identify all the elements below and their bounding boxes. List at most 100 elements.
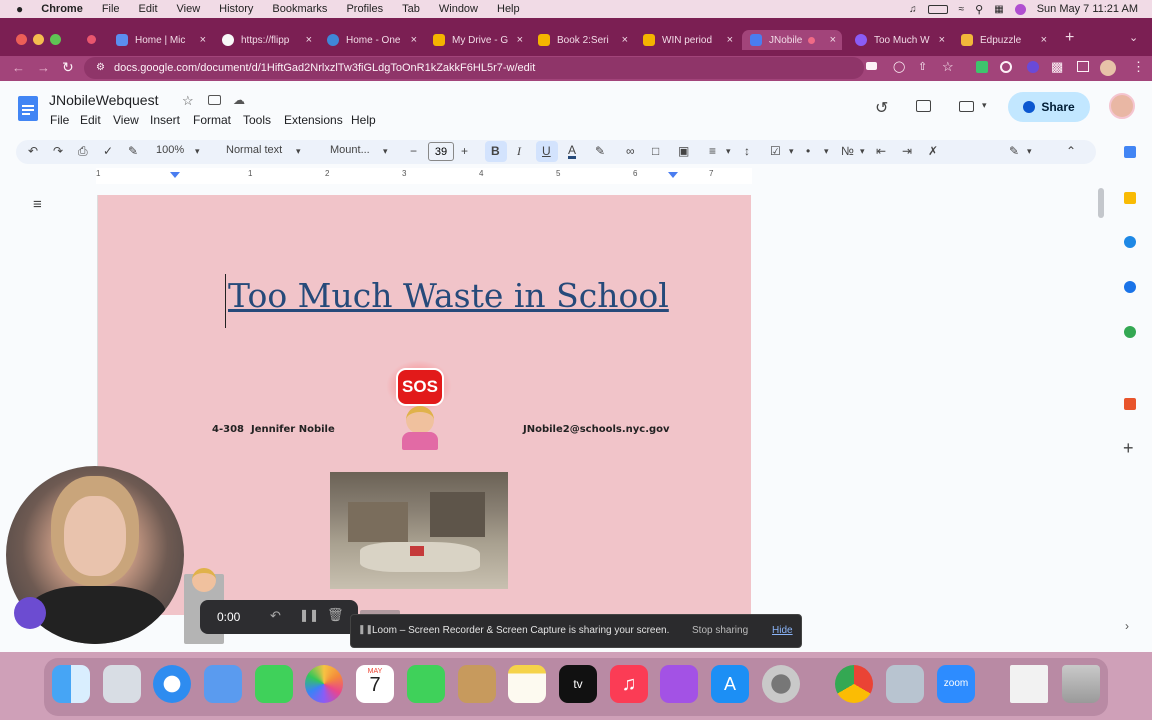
messages-icon[interactable]	[255, 665, 293, 703]
menu-bookmarks[interactable]: Bookmarks	[272, 3, 327, 15]
chevron-down-icon[interactable]: ▾	[195, 146, 200, 157]
decrease-indent-icon[interactable]: ⇤	[876, 144, 886, 158]
meet-chevron-down-icon[interactable]: ▾	[982, 100, 987, 111]
docs-menu-extensions[interactable]: Extensions	[284, 113, 343, 127]
close-icon[interactable]: ×	[1041, 34, 1047, 46]
docs-menu-edit[interactable]: Edit	[80, 113, 101, 127]
sidebar-toggle-icon[interactable]	[1077, 61, 1089, 72]
puzzle-icon[interactable]: ▩	[1051, 59, 1063, 75]
extension-globe-icon[interactable]	[1000, 61, 1012, 73]
tab-1[interactable]: Home | Mic ×	[116, 30, 206, 50]
battery-icon[interactable]	[927, 4, 948, 14]
star-icon[interactable]: ☆	[182, 93, 194, 109]
safari-icon[interactable]	[153, 665, 191, 703]
tab-5[interactable]: Book 2:Seri ×	[538, 30, 628, 50]
site-info-icon[interactable]: ⚙	[96, 62, 105, 73]
close-icon[interactable]: ×	[411, 34, 417, 46]
doc-title[interactable]: JNobileWebquest	[49, 92, 158, 108]
panel-chevron-right-icon[interactable]: ›	[1125, 619, 1129, 633]
editing-mode-icon[interactable]: ✎	[1009, 144, 1019, 158]
facetime-icon[interactable]	[407, 665, 445, 703]
apple-tv-icon[interactable]: tv	[559, 665, 597, 703]
close-icon[interactable]: ×	[622, 34, 628, 46]
chevron-down-icon[interactable]: ▾	[383, 146, 388, 157]
class-code[interactable]: 4-308	[212, 424, 244, 435]
extension-icon[interactable]: ◯	[893, 60, 905, 73]
minimize-window-button[interactable]	[33, 34, 44, 45]
author-name[interactable]: Jennifer Nobile	[251, 424, 335, 435]
spellcheck-icon[interactable]: ✓	[103, 144, 113, 158]
url-text[interactable]: docs.google.com/document/d/1HiftGad2Nrlx…	[114, 62, 535, 74]
menu-window[interactable]: Window	[439, 3, 478, 15]
hide-banner-button[interactable]: Hide	[772, 625, 793, 636]
document-outline-icon[interactable]: ≡	[33, 196, 42, 213]
trash-icon[interactable]	[1062, 665, 1100, 703]
menu-app-name[interactable]: Chrome	[41, 3, 83, 15]
font-select[interactable]: Mount...	[330, 144, 370, 156]
contacts-app-icon[interactable]	[458, 665, 496, 703]
paint-format-icon[interactable]: ✎	[128, 144, 138, 158]
menu-view[interactable]: View	[177, 3, 201, 15]
undo-icon[interactable]: ↶	[28, 144, 38, 158]
numbered-list-icon[interactable]: №	[841, 144, 854, 158]
forward-icon[interactable]: →	[37, 60, 50, 75]
chevron-down-icon[interactable]: ⌄	[1129, 31, 1138, 44]
bullet-list-icon[interactable]: •	[806, 144, 810, 158]
chevron-down-icon[interactable]: ▾	[860, 146, 865, 157]
docs-menu-view[interactable]: View	[113, 113, 139, 127]
wifi-icon[interactable]: ≈	[959, 4, 965, 15]
zoom-app-icon[interactable]: zoom	[937, 665, 975, 703]
highlight-icon[interactable]: ✎	[595, 144, 605, 158]
launchpad-icon[interactable]	[103, 665, 141, 703]
install-icon[interactable]: ⇧	[918, 60, 927, 73]
stop-sharing-button[interactable]: Stop sharing	[692, 625, 748, 636]
docs-logo-icon[interactable]	[18, 96, 38, 121]
notes-icon[interactable]	[508, 665, 546, 703]
mic-icon[interactable]: ♫	[909, 4, 917, 15]
preview-icon[interactable]	[204, 665, 242, 703]
control-center-icon[interactable]: ▦	[994, 4, 1003, 15]
keep-icon[interactable]	[1124, 192, 1136, 204]
tab-7-active[interactable]: JNobile ×	[742, 30, 842, 50]
line-spacing-icon[interactable]: ↕	[744, 144, 750, 158]
tab-8[interactable]: Too Much W ×	[855, 30, 945, 50]
tasks-icon[interactable]	[1124, 236, 1136, 248]
text-color-icon[interactable]: A	[568, 144, 577, 159]
maximize-window-button[interactable]	[50, 34, 61, 45]
close-icon[interactable]: ×	[727, 34, 733, 46]
add-addon-icon[interactable]: +	[1123, 438, 1134, 459]
delete-recording-icon[interactable]: 🗑	[327, 607, 344, 623]
tab-3[interactable]: Home - One ×	[327, 30, 417, 50]
menu-clock[interactable]: Sun May 7 11:21 AM	[1037, 3, 1138, 15]
menu-file[interactable]: File	[102, 3, 120, 15]
new-tab-icon[interactable]: +	[1065, 29, 1074, 47]
move-folder-icon[interactable]	[208, 95, 221, 105]
collapse-menus-icon[interactable]: ⌃	[1066, 144, 1076, 158]
font-size-field[interactable]: 39	[428, 142, 454, 161]
extension-green-icon[interactable]	[976, 61, 988, 73]
close-window-button[interactable]	[16, 34, 27, 45]
close-icon[interactable]: ×	[517, 34, 523, 46]
contacts-icon[interactable]	[1124, 281, 1136, 293]
tab-2[interactable]: https://flipp ×	[222, 30, 312, 50]
decrease-font-size-icon[interactable]: −	[410, 144, 417, 158]
underline-icon[interactable]: U	[542, 144, 551, 158]
docs-menu-insert[interactable]: Insert	[150, 113, 180, 127]
print-icon[interactable]: ⎙	[78, 144, 88, 159]
chevron-down-icon[interactable]: ▾	[824, 146, 829, 157]
camera-icon[interactable]	[866, 62, 877, 70]
more-menu-icon[interactable]: ⋮	[1132, 59, 1145, 75]
search-icon[interactable]: ⚲	[975, 3, 983, 16]
bold-icon[interactable]: B	[491, 144, 500, 158]
system-settings-icon[interactable]	[762, 665, 800, 703]
menu-profiles[interactable]: Profiles	[346, 3, 383, 15]
chevron-down-icon[interactable]: ▾	[296, 146, 301, 157]
podcasts-icon[interactable]	[660, 665, 698, 703]
photos-icon[interactable]	[305, 665, 343, 703]
recent-document-icon[interactable]	[1010, 665, 1048, 703]
menu-history[interactable]: History	[219, 3, 253, 15]
link-icon[interactable]: ∞	[626, 144, 635, 158]
tab-9[interactable]: Edpuzzle ×	[961, 30, 1047, 50]
right-indent-marker[interactable]	[668, 172, 678, 178]
back-icon[interactable]: ←	[12, 60, 25, 75]
